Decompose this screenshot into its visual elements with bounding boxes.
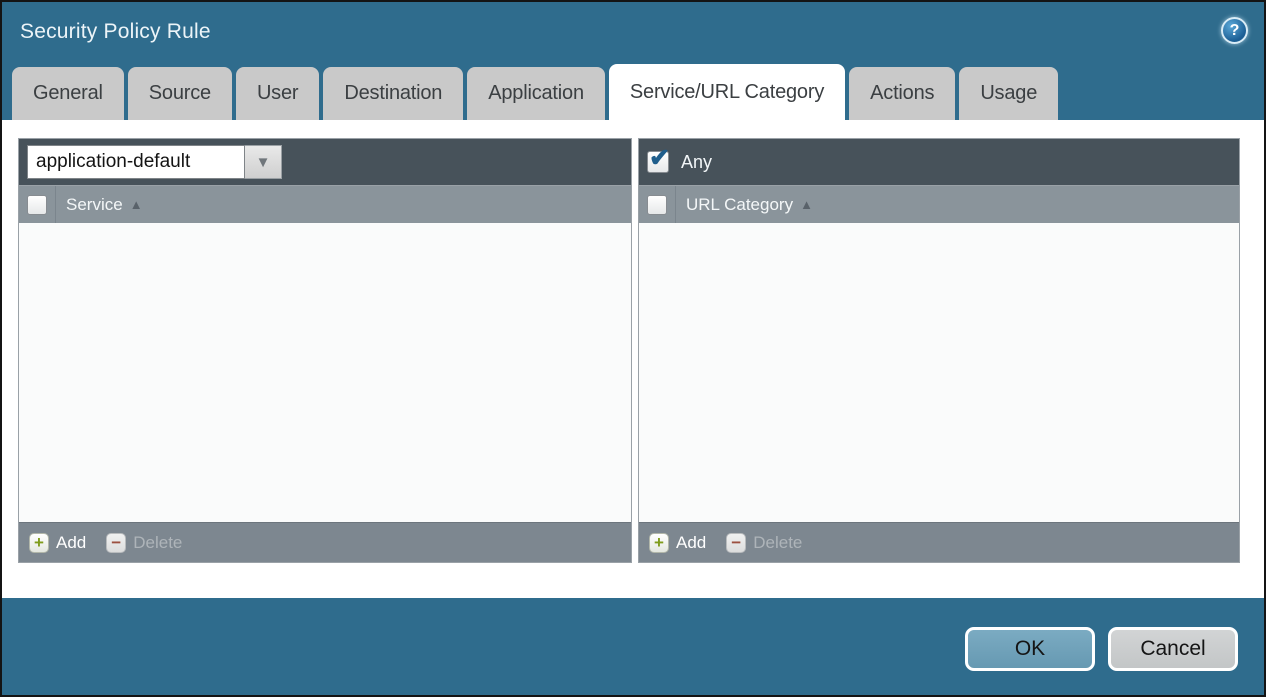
tab-general[interactable]: General [12, 67, 124, 120]
tab-destination[interactable]: Destination [323, 67, 463, 120]
plus-icon: + [29, 533, 49, 553]
service-table-footer: + Add − Delete [19, 522, 631, 562]
service-type-dropdown[interactable]: ▼ [27, 145, 282, 179]
tab-content: ▼ Service ▲ + Add − Delete [2, 120, 1264, 598]
service-select-all-cell [19, 186, 56, 223]
help-icon[interactable]: ? [1221, 17, 1248, 44]
url-category-column-label[interactable]: URL Category [686, 195, 793, 215]
ok-button[interactable]: OK [965, 627, 1095, 671]
tab-application[interactable]: Application [467, 67, 605, 120]
dialog-action-bar: OK Cancel [2, 598, 1264, 671]
url-category-delete-label: Delete [753, 533, 802, 553]
url-category-select-all-checkbox[interactable] [647, 195, 667, 215]
url-category-add-label: Add [676, 533, 706, 553]
service-delete-label: Delete [133, 533, 182, 553]
url-category-delete-button[interactable]: − Delete [726, 533, 802, 553]
tab-usage[interactable]: Usage [959, 67, 1058, 120]
security-policy-rule-dialog: Security Policy Rule ? General Source Us… [0, 0, 1266, 697]
service-toolbar: ▼ [19, 139, 631, 185]
service-table-header: Service ▲ [19, 185, 631, 223]
url-category-toolbar: ✔ Any [639, 139, 1239, 185]
url-category-panel: ✔ Any URL Category ▲ + Add − Delete [638, 138, 1240, 563]
service-type-dropdown-button[interactable]: ▼ [245, 145, 282, 179]
url-category-table-footer: + Add − Delete [639, 522, 1239, 562]
service-select-all-checkbox[interactable] [27, 195, 47, 215]
url-category-table-body[interactable] [639, 223, 1239, 522]
service-panel: ▼ Service ▲ + Add − Delete [18, 138, 632, 563]
url-category-table-header: URL Category ▲ [639, 185, 1239, 223]
service-add-button[interactable]: + Add [29, 533, 86, 553]
tab-source[interactable]: Source [128, 67, 232, 120]
titlebar: Security Policy Rule ? [2, 2, 1264, 62]
tab-user[interactable]: User [236, 67, 319, 120]
url-category-add-button[interactable]: + Add [649, 533, 706, 553]
checkmark-icon: ✔ [649, 146, 670, 171]
tab-actions[interactable]: Actions [849, 67, 955, 120]
minus-icon: − [726, 533, 746, 553]
tab-service-url-category[interactable]: Service/URL Category [609, 64, 845, 120]
tab-bar: General Source User Destination Applicat… [2, 62, 1264, 120]
service-add-label: Add [56, 533, 86, 553]
any-checkbox-label[interactable]: Any [681, 152, 712, 173]
service-delete-button[interactable]: − Delete [106, 533, 182, 553]
url-category-select-all-cell [639, 186, 676, 223]
service-table-body[interactable] [19, 223, 631, 522]
service-column-label[interactable]: Service [66, 195, 123, 215]
plus-icon: + [649, 533, 669, 553]
dialog-title: Security Policy Rule [20, 20, 211, 44]
any-checkbox[interactable]: ✔ [647, 151, 669, 173]
chevron-down-icon: ▼ [256, 154, 271, 171]
cancel-button[interactable]: Cancel [1108, 627, 1238, 671]
sort-ascending-icon[interactable]: ▲ [130, 197, 143, 212]
service-type-value[interactable] [27, 145, 245, 179]
sort-ascending-icon[interactable]: ▲ [800, 197, 813, 212]
minus-icon: − [106, 533, 126, 553]
